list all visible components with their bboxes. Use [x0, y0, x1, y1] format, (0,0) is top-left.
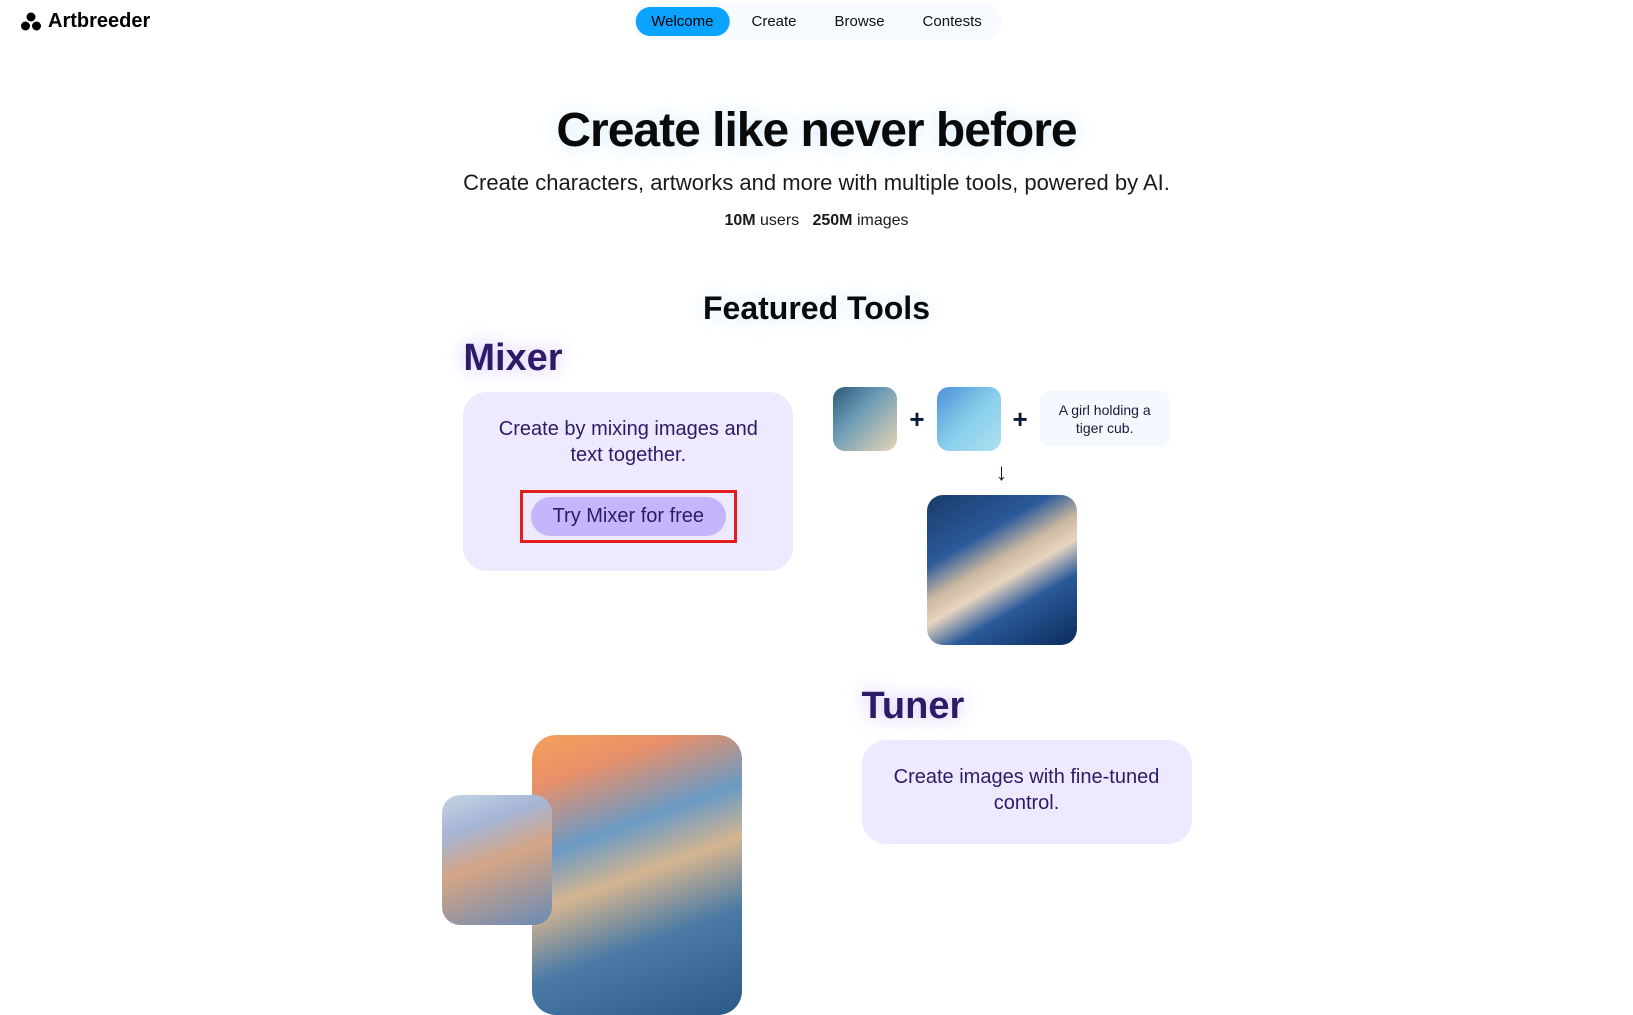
hero-title: Create like never before [20, 103, 1613, 158]
tuner-visual [442, 735, 782, 895]
tuner-image-small [442, 795, 552, 925]
stat-users-label: users [760, 212, 799, 229]
tuner-section: Tuner Create images with fine-tuned cont… [0, 735, 1633, 895]
logo-icon [20, 12, 42, 32]
mixer-prompt-text: A girl holding a tiger cub. [1040, 391, 1170, 447]
brand-logo[interactable]: Artbreeder [20, 10, 150, 33]
tuner-description: Create images with fine-tuned control. [894, 764, 1160, 816]
stat-images-label: images [857, 212, 909, 229]
plus-icon: + [909, 404, 924, 435]
nav-create[interactable]: Create [735, 7, 812, 36]
try-mixer-button[interactable]: Try Mixer for free [531, 497, 727, 536]
mixer-description: Create by mixing images and text togethe… [495, 416, 761, 468]
stat-images-value: 250M [812, 212, 852, 229]
mixer-inputs: + + A girl holding a tiger cub. [833, 387, 1169, 451]
nav-contests[interactable]: Contests [907, 7, 998, 36]
tuner-card-wrap: Tuner Create images with fine-tuned cont… [862, 735, 1192, 844]
mixer-input-image-2 [937, 387, 1001, 451]
arrow-down-icon: ↓ [996, 459, 1008, 487]
mixer-section: Mixer Create by mixing images and text t… [0, 387, 1633, 645]
stat-users-value: 10M [724, 212, 755, 229]
mixer-cta-highlight: Try Mixer for free [520, 490, 738, 543]
nav-browse[interactable]: Browse [819, 7, 901, 36]
hero-stats: 10M users 250M images [20, 212, 1613, 230]
featured-tools-heading: Featured Tools [0, 290, 1633, 327]
mixer-output-image [927, 495, 1077, 645]
tuner-image-large [532, 735, 742, 1015]
mixer-card: Create by mixing images and text togethe… [463, 392, 793, 571]
main-nav: Welcome Create Browse Contests [631, 3, 1002, 40]
tuner-title: Tuner [862, 685, 1192, 728]
brand-name: Artbreeder [48, 10, 150, 33]
hero-section: Create like never before Create characte… [0, 103, 1633, 230]
nav-welcome[interactable]: Welcome [635, 7, 729, 36]
mixer-visual: + + A girl holding a tiger cub. ↓ [833, 387, 1169, 645]
header: Artbreeder Welcome Create Browse Contest… [0, 0, 1633, 43]
mixer-title: Mixer [463, 337, 793, 380]
hero-subtitle: Create characters, artworks and more wit… [20, 170, 1613, 196]
plus-icon: + [1013, 404, 1028, 435]
mixer-card-wrap: Mixer Create by mixing images and text t… [463, 387, 793, 571]
mixer-input-image-1 [833, 387, 897, 451]
tuner-card: Create images with fine-tuned control. [862, 740, 1192, 844]
